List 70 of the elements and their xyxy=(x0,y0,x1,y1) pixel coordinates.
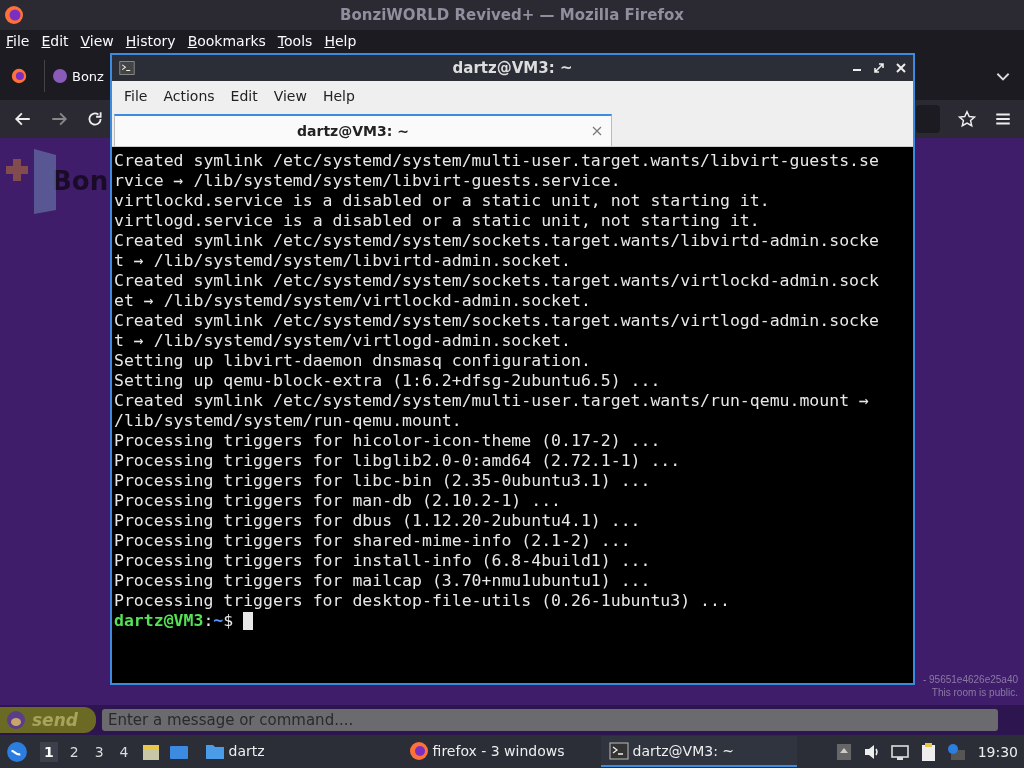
terminal-icon xyxy=(118,60,136,76)
terminal-line: Created symlink /etc/systemd/system/sockets.target.wants/libvirtd-admin.socke xyxy=(114,231,879,251)
window-title: dartz@VM3: ~ xyxy=(452,59,573,77)
star-icon[interactable] xyxy=(958,110,976,128)
terminal-line: Processing triggers for libc-bin (2.35-0ubuntu3.1) ... xyxy=(114,471,651,491)
workspace-button[interactable]: 2 xyxy=(65,741,83,762)
menu-item[interactable]: Edit xyxy=(35,33,75,49)
taskbar-button[interactable]: dartz xyxy=(196,736,273,767)
terminal-line: Processing triggers for dbus (1.12.20-2ubuntu4.1) ... xyxy=(114,511,641,531)
terminal-line: Processing triggers for hicolor-icon-theme (0.17-2) ... xyxy=(114,431,661,451)
terminal-line: Processing triggers for shared-mime-info (2.1-2) ... xyxy=(114,531,631,551)
terminal-line: Setting up libvirt-daemon dnsmasq configuration. xyxy=(114,351,591,371)
terminal-line: rvice → /lib/systemd/system/libvirt-guests.service. xyxy=(114,171,621,191)
start-menu-icon[interactable] xyxy=(6,740,28,763)
favicon-icon xyxy=(52,68,68,84)
menu-item[interactable]: File xyxy=(116,88,156,104)
room-note: This room is public. xyxy=(931,686,1018,699)
menu-item[interactable]: View xyxy=(74,33,120,49)
menu-item[interactable]: Edit xyxy=(222,88,266,104)
terminal-line: Processing triggers for install-info (6.8-4build1) ... xyxy=(114,551,651,571)
clock: 19:30 xyxy=(977,743,1018,760)
firefox-icon xyxy=(4,5,24,25)
monkey-icon xyxy=(6,710,26,730)
terminal-line: et → /lib/systemd/system/virtlockd-admin.socket. xyxy=(114,291,591,311)
terminal-icon xyxy=(608,740,629,761)
terminal-line: Processing triggers for desktop-file-utils (0.26-1ubuntu3) ... xyxy=(114,591,730,611)
terminal-line: Processing triggers for libglib2.0-0:amd64 (2.72.1-1) ... xyxy=(114,451,681,471)
message-input[interactable]: Enter a message or command.... xyxy=(102,709,998,731)
workspace-button[interactable]: 3 xyxy=(90,741,108,762)
browser-tab[interactable]: Bonz xyxy=(44,60,107,92)
terminal-line: Processing triggers for man-db (2.10.2-1) ... xyxy=(114,491,562,511)
terminal-line: Created symlink /etc/systemd/system/multi-user.target.wants/run-qemu.mount → xyxy=(114,391,869,411)
menu-item[interactable]: History xyxy=(119,33,182,49)
menu-item[interactable]: View xyxy=(265,88,315,104)
terminal-line: virtlogd.service is a disabled or a static unit, not starting it. xyxy=(114,211,760,231)
firefox-icon[interactable] xyxy=(10,67,28,85)
window-title: BonziWORLD Revived+ — Mozilla Firefox xyxy=(340,6,684,24)
prompt-path: ~ xyxy=(213,611,224,631)
firefox-icon xyxy=(408,740,429,761)
terminal-line: t → /lib/systemd/system/virtlogd-admin.socket. xyxy=(114,331,571,351)
menu-item[interactable]: Help xyxy=(318,33,363,49)
terminal-line: virtlockd.service is a disabled or a static unit, not starting it. xyxy=(114,191,770,211)
reload-icon[interactable] xyxy=(86,110,104,128)
taskbar-button[interactable]: firefox - 3 windows xyxy=(400,736,573,767)
menu-item[interactable]: Tools xyxy=(271,33,319,49)
menu-item[interactable]: Actions xyxy=(155,88,223,104)
terminal-line: Created symlink /etc/systemd/system/multi-user.target.wants/libvirt-guests.se xyxy=(114,151,879,171)
forward-icon[interactable] xyxy=(50,110,68,128)
prompt-separator: : xyxy=(203,611,214,631)
terminal-line: Created symlink /etc/systemd/system/sockets.target.wants/virtlogd-admin.socke xyxy=(114,311,879,331)
back-icon[interactable] xyxy=(14,110,32,128)
terminal-line: /lib/systemd/system/run-qemu.mount. xyxy=(114,411,462,431)
terminal-line: Setting up qemu-block-extra (1:6.2+dfsg-2ubuntu6.5) ... xyxy=(114,371,661,391)
taskbar-button[interactable]: dartz@VM3: ~ xyxy=(600,736,797,767)
logo-text: Bon xyxy=(52,166,109,196)
text-cursor xyxy=(243,612,254,630)
terminal-line: Created symlink /etc/systemd/system/sockets.target.wants/virtlockd-admin.sock xyxy=(114,271,879,291)
workspace-button[interactable]: 4 xyxy=(115,741,133,762)
terminal-tab[interactable]: dartz@VM3: ~ xyxy=(114,114,612,146)
terminal-line: Processing triggers for mailcap (3.70+nmu1ubuntu1) ... xyxy=(114,571,651,591)
terminal-line: t → /lib/systemd/system/libvirtd-admin.socket. xyxy=(114,251,571,271)
prompt-symbol: $ xyxy=(223,611,234,631)
menu-item[interactable]: Bookmarks xyxy=(181,33,272,49)
menu-item[interactable]: Help xyxy=(314,88,363,104)
workspace-button[interactable]: 1 xyxy=(40,741,58,762)
menu-item[interactable]: File xyxy=(0,33,36,49)
notification-icon[interactable] xyxy=(945,741,966,762)
prompt-user: dartz@VM3 xyxy=(114,611,204,631)
maximize-icon[interactable] xyxy=(873,62,885,74)
room-id: - 95651e4626e25a40 xyxy=(922,673,1018,686)
